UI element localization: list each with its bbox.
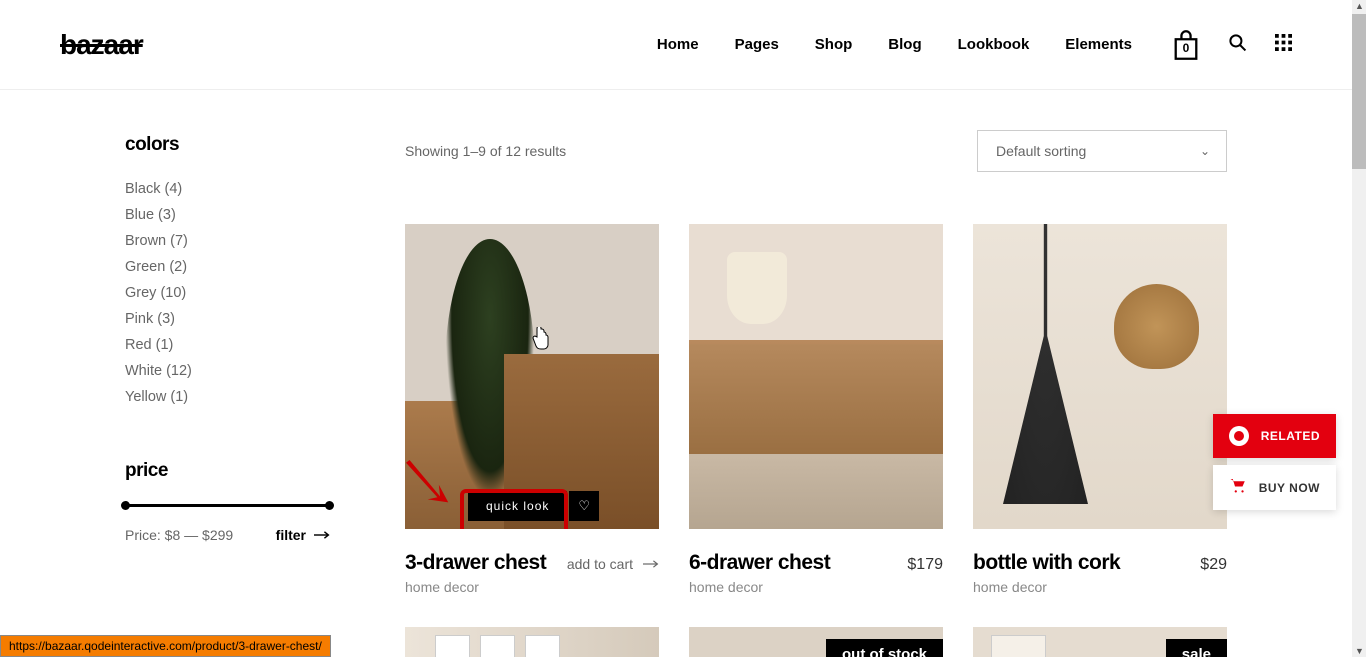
cart-icon[interactable]: 0 bbox=[1172, 29, 1200, 61]
color-green[interactable]: Green (2) bbox=[125, 254, 350, 280]
colors-title: colors bbox=[125, 134, 350, 156]
color-grey[interactable]: Grey (10) bbox=[125, 280, 350, 306]
product-image[interactable]: out of stock bbox=[689, 627, 943, 657]
product-card: bottle with cork $29 home decor bbox=[973, 224, 1227, 595]
add-to-cart-button[interactable]: add to cart bbox=[567, 556, 659, 572]
slider-handle-min[interactable] bbox=[121, 501, 130, 510]
scroll-up-icon[interactable]: ▲ bbox=[1355, 1, 1364, 11]
quick-look-button[interactable]: quick look bbox=[468, 491, 567, 521]
grid-icon[interactable] bbox=[1275, 34, 1292, 56]
results-count: Showing 1–9 of 12 results bbox=[405, 143, 566, 159]
color-blue[interactable]: Blue (3) bbox=[125, 202, 350, 228]
filter-label: filter bbox=[276, 527, 306, 543]
product-category[interactable]: home decor bbox=[405, 579, 659, 595]
cart-count: 0 bbox=[1183, 40, 1190, 54]
slider-handle-max[interactable] bbox=[325, 501, 334, 510]
color-red[interactable]: Red (1) bbox=[125, 332, 350, 358]
sort-label: Default sorting bbox=[996, 143, 1086, 159]
main-nav: Home Pages Shop Blog Lookbook Elements bbox=[657, 36, 1132, 53]
nav-shop[interactable]: Shop bbox=[815, 36, 853, 53]
price-filter: price Price: $8 — $299 filter bbox=[125, 460, 350, 543]
related-button[interactable]: RELATED bbox=[1213, 414, 1336, 458]
sort-select[interactable]: Default sorting ⌄ bbox=[977, 130, 1227, 172]
related-icon bbox=[1229, 426, 1249, 446]
buy-now-button[interactable]: BUY NOW bbox=[1213, 465, 1336, 510]
chevron-down-icon: ⌄ bbox=[1200, 144, 1210, 158]
price-slider[interactable] bbox=[125, 504, 330, 507]
floating-actions: RELATED BUY NOW bbox=[1213, 414, 1336, 510]
status-bar-url: https://bazaar.qodeinteractive.com/produ… bbox=[0, 635, 331, 657]
product-image[interactable]: quick look ♡ bbox=[405, 224, 659, 529]
nav-home[interactable]: Home bbox=[657, 36, 699, 53]
wishlist-icon[interactable]: ♡ bbox=[569, 491, 599, 521]
product-card: 6-drawer chest $179 home decor bbox=[689, 224, 943, 595]
product-image[interactable] bbox=[405, 627, 659, 657]
nav-lookbook[interactable]: Lookbook bbox=[958, 36, 1030, 53]
nav-elements[interactable]: Elements bbox=[1065, 36, 1132, 53]
product-image[interactable] bbox=[973, 224, 1227, 529]
color-black[interactable]: Black (4) bbox=[125, 176, 350, 202]
product-image[interactable]: sale bbox=[973, 627, 1227, 657]
color-white[interactable]: White (12) bbox=[125, 358, 350, 384]
product-grid-row2: out of stock sale bbox=[405, 627, 1227, 657]
sale-badge: sale bbox=[1166, 639, 1227, 657]
site-header: bazaar Home Pages Shop Blog Lookbook Ele… bbox=[0, 0, 1352, 90]
scroll-down-icon[interactable]: ▼ bbox=[1355, 646, 1364, 656]
product-price: $29 bbox=[1200, 556, 1227, 574]
price-title: price bbox=[125, 460, 350, 482]
product-image[interactable] bbox=[689, 224, 943, 529]
arrow-right-icon bbox=[643, 559, 659, 569]
arrow-right-icon bbox=[314, 530, 330, 540]
nav-blog[interactable]: Blog bbox=[888, 36, 921, 53]
color-brown[interactable]: Brown (7) bbox=[125, 228, 350, 254]
filter-button[interactable]: filter bbox=[276, 527, 330, 543]
product-title[interactable]: bottle with cork bbox=[973, 551, 1120, 575]
price-range-text: Price: $8 — $299 bbox=[125, 527, 233, 543]
related-label: RELATED bbox=[1261, 429, 1320, 443]
search-icon[interactable] bbox=[1228, 33, 1247, 57]
buy-label: BUY NOW bbox=[1259, 481, 1320, 495]
product-price: $179 bbox=[907, 556, 943, 574]
scrollbar[interactable]: ▲ ▼ bbox=[1352, 0, 1366, 657]
product-title[interactable]: 3-drawer chest bbox=[405, 551, 546, 575]
cart-icon bbox=[1229, 477, 1247, 498]
nav-pages[interactable]: Pages bbox=[735, 36, 779, 53]
product-title[interactable]: 6-drawer chest bbox=[689, 551, 830, 575]
product-category[interactable]: home decor bbox=[973, 579, 1227, 595]
color-list: Black (4) Blue (3) Brown (7) Green (2) G… bbox=[125, 176, 350, 410]
color-pink[interactable]: Pink (3) bbox=[125, 306, 350, 332]
product-grid: quick look ♡ 3-drawer chest add to cart bbox=[405, 224, 1227, 595]
color-yellow[interactable]: Yellow (1) bbox=[125, 384, 350, 410]
scrollbar-thumb[interactable] bbox=[1352, 14, 1366, 169]
product-category[interactable]: home decor bbox=[689, 579, 943, 595]
filter-sidebar: colors Black (4) Blue (3) Brown (7) Gree… bbox=[125, 130, 350, 657]
main-content: colors Black (4) Blue (3) Brown (7) Gree… bbox=[0, 90, 1352, 657]
logo[interactable]: bazaar bbox=[60, 29, 143, 61]
products-area: Showing 1–9 of 12 results Default sortin… bbox=[405, 130, 1227, 657]
product-card: quick look ♡ 3-drawer chest add to cart bbox=[405, 224, 659, 595]
out-of-stock-badge: out of stock bbox=[826, 639, 943, 657]
header-icons: 0 bbox=[1172, 29, 1292, 61]
